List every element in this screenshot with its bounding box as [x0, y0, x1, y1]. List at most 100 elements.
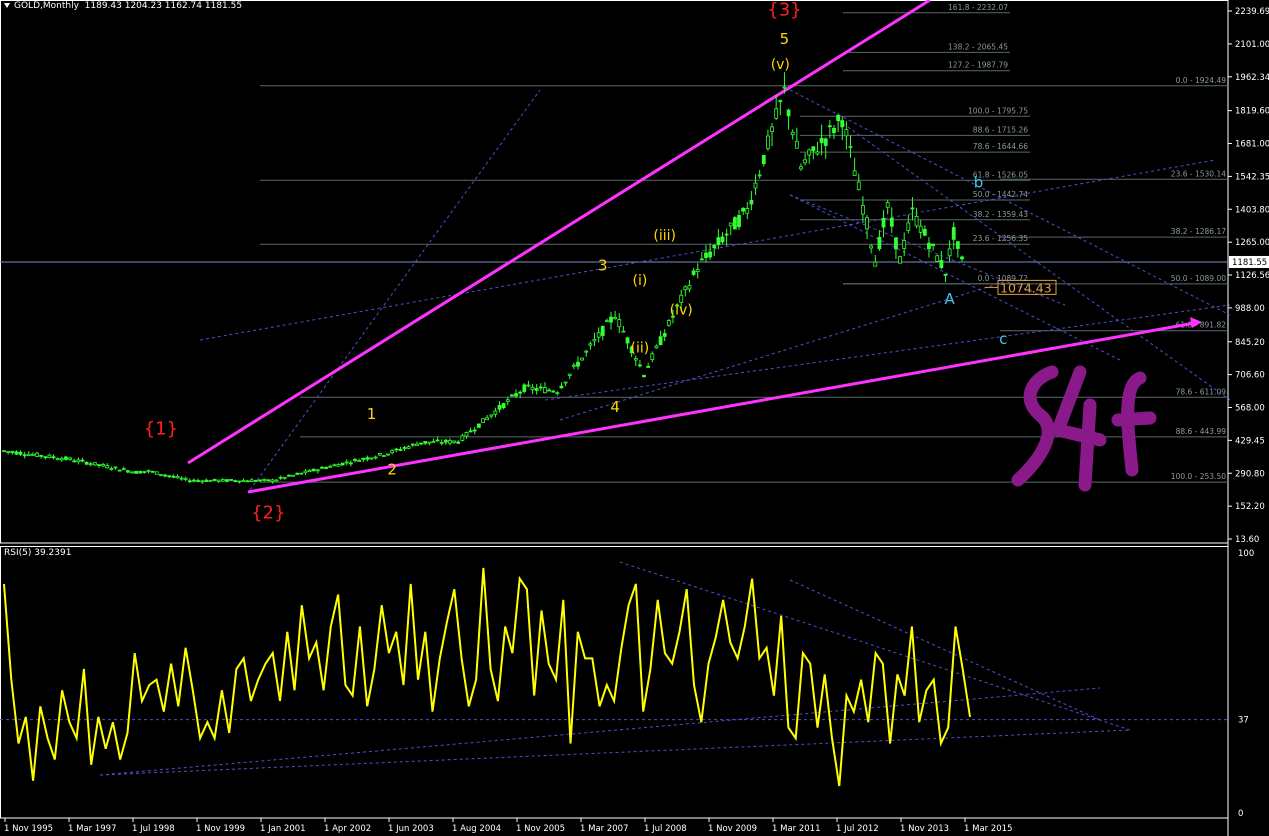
- candle-body: [460, 435, 465, 441]
- candle-body: [584, 350, 589, 353]
- candle-body: [282, 476, 287, 479]
- candle-body: [625, 337, 630, 344]
- candle-body: [679, 294, 684, 303]
- candle-body: [43, 456, 48, 459]
- candle-body: [31, 453, 35, 456]
- candle-body: [497, 404, 502, 410]
- candle-body: [105, 465, 110, 469]
- candle-body: [241, 480, 246, 482]
- time-tick-label: 1 Jan 2001: [260, 824, 306, 834]
- candle-body: [472, 429, 477, 432]
- time-tick-label: 1 Jul 1998: [132, 824, 175, 834]
- candle-body: [398, 449, 403, 451]
- candle-body: [596, 332, 601, 338]
- fib-level-label: 23.6 - 1530.14: [1171, 169, 1226, 178]
- candle-body: [274, 479, 279, 482]
- candle-body: [856, 181, 861, 190]
- candle-body: [526, 384, 531, 387]
- time-tick-label: 1 Nov 2005: [516, 824, 565, 834]
- price-tick-label: 2101.00: [1235, 40, 1269, 50]
- candle-body: [683, 286, 688, 291]
- candle-body: [410, 443, 415, 446]
- candle-body: [481, 418, 485, 423]
- candle-body: [220, 479, 225, 482]
- candle-body: [386, 453, 390, 456]
- candle-body: [369, 457, 374, 460]
- candle-body: [815, 151, 820, 155]
- candle-body: [423, 441, 428, 444]
- fib-level-label: 88.6 - 1715.26: [973, 125, 1028, 134]
- candle-body: [208, 480, 213, 482]
- candle-body: [687, 284, 692, 290]
- candle-body: [229, 479, 234, 481]
- wave-label: (i): [632, 273, 647, 289]
- candle-body: [786, 109, 791, 117]
- candle-body: [59, 458, 64, 461]
- candle-body: [823, 138, 828, 146]
- candle-body: [47, 454, 52, 459]
- wave-label: (v): [771, 57, 790, 73]
- candle-body: [501, 403, 506, 409]
- candle-body: [803, 159, 807, 164]
- candle-body: [80, 459, 85, 462]
- candle-body: [353, 459, 357, 461]
- rsi-line: [3, 567, 971, 787]
- candle-body: [534, 388, 539, 391]
- candle-body: [485, 417, 490, 421]
- price-tick-label: 290.80: [1235, 469, 1265, 479]
- candle-body: [790, 131, 795, 136]
- candle-body: [642, 374, 646, 378]
- candle-body: [361, 457, 366, 460]
- candle-body: [167, 475, 172, 478]
- candle-body: [233, 480, 238, 482]
- wave-label: (iv): [670, 303, 693, 319]
- price-tick-label: 1681.00: [1235, 140, 1269, 150]
- candle-body: [902, 240, 907, 249]
- price-tick-label: 1962.34: [1235, 73, 1269, 83]
- candle-body: [600, 325, 605, 336]
- candle-body: [617, 319, 622, 328]
- candle-body: [947, 248, 952, 257]
- price-tick-label: 152.20: [1235, 502, 1265, 512]
- price-tag-label: 1074.43: [1000, 280, 1052, 295]
- candle-body: [146, 469, 151, 472]
- time-tick-label: 1 Mar 2011: [772, 824, 820, 834]
- candle-body: [757, 174, 762, 177]
- chart-canvas: 2239.69 2101.00 1962.34 1819.60 1681.00 1542.…: [0, 0, 1269, 836]
- candle-body: [716, 237, 721, 246]
- candle-body: [187, 480, 192, 483]
- rsi-header: RSI(5) 39.2391: [4, 548, 71, 558]
- candle-body: [827, 125, 832, 128]
- time-tick-label: 1 Mar 2015: [964, 824, 1012, 834]
- candle-body: [691, 270, 696, 275]
- candle-body: [518, 391, 523, 394]
- wave-label: 5: [780, 30, 790, 48]
- fib-level-label: 138.2 - 2065.45: [948, 42, 1008, 51]
- candle-body: [55, 458, 60, 461]
- candle-body: [332, 464, 337, 467]
- candle-body: [510, 394, 514, 397]
- candle-body: [741, 207, 746, 212]
- candle-body: [299, 472, 304, 475]
- fib-level-label: 161.8 - 2232.07: [948, 3, 1008, 12]
- candle-body: [931, 243, 935, 247]
- candle-body: [295, 473, 300, 475]
- candle-body: [910, 207, 915, 210]
- candle-body: [712, 245, 717, 249]
- fib-level-label: 88.6 - 443.99: [1176, 427, 1227, 436]
- time-tick-label: 1 Apr 2002: [324, 824, 371, 834]
- time-tick-label: 1 Mar 2007: [580, 824, 628, 834]
- candle-body: [819, 137, 824, 144]
- candle-body: [621, 330, 626, 333]
- dropdown-triangle-icon[interactable]: [4, 3, 10, 8]
- candle-body: [695, 269, 700, 272]
- candle-body: [464, 432, 469, 437]
- wave-label: 2: [387, 461, 397, 479]
- candle-body: [832, 127, 836, 134]
- candle-body: [435, 439, 440, 442]
- candle-body: [39, 454, 44, 457]
- candle-body: [311, 468, 316, 472]
- price-tick-label: 706.60: [1235, 371, 1265, 381]
- candle-body: [604, 320, 609, 323]
- candle-body: [555, 392, 560, 395]
